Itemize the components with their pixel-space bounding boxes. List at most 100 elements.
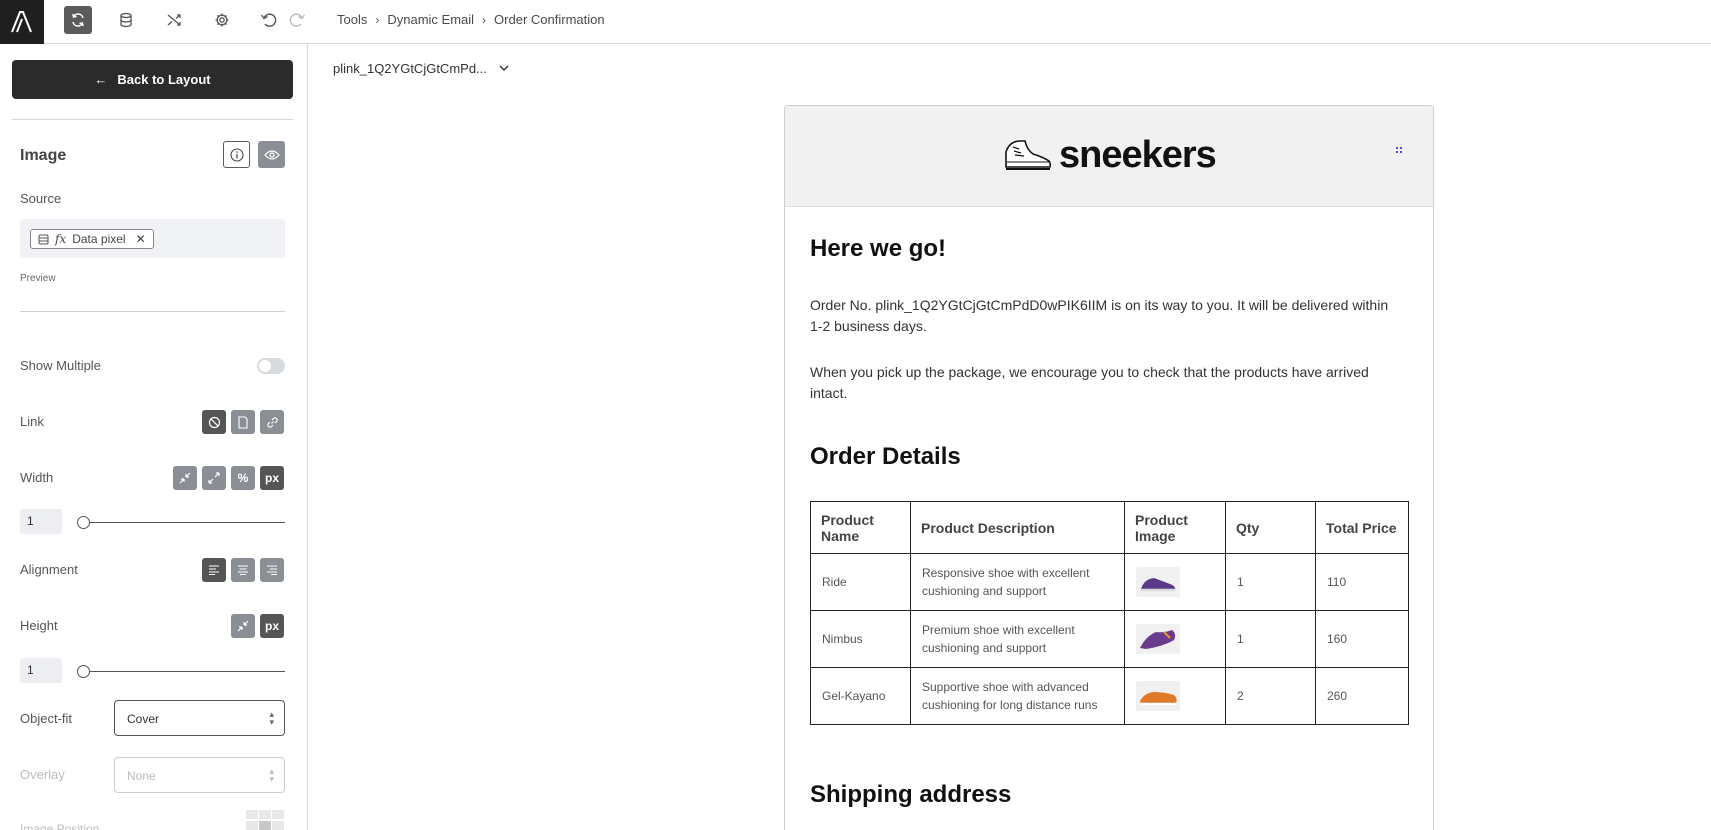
- shuffle-icon: [167, 14, 181, 26]
- height-slider-handle[interactable]: [77, 665, 90, 678]
- table-row: Nimbus Premium shoe with excellent cushi…: [810, 610, 1409, 668]
- height-label: Height: [20, 618, 58, 633]
- align-right-icon: [267, 565, 277, 575]
- link-page-button[interactable]: [231, 410, 255, 434]
- gear-icon: [215, 13, 229, 27]
- remove-chip-icon[interactable]: ✕: [136, 232, 146, 246]
- width-slider-track[interactable]: [84, 522, 285, 523]
- email-paragraph-2: When you pick up the package, we encoura…: [810, 364, 1369, 401]
- width-value-input[interactable]: 1: [20, 509, 62, 534]
- height-value-input[interactable]: 1: [20, 658, 62, 683]
- product-image-cell: [1124, 667, 1226, 725]
- email-header[interactable]: sneekers: [785, 106, 1433, 207]
- column-header: Product Name: [810, 501, 911, 554]
- height-shrink-button[interactable]: [231, 614, 255, 638]
- email-heading: Here we go!: [810, 235, 947, 262]
- database-button[interactable]: [112, 6, 140, 34]
- preview-area: [20, 311, 285, 312]
- sneaker-icon: [1005, 139, 1052, 170]
- align-center-button[interactable]: [231, 558, 255, 582]
- align-left-icon: [209, 565, 219, 575]
- object-fit-value: Cover: [127, 712, 160, 726]
- settings-button[interactable]: [208, 6, 236, 34]
- properties-sidebar: ← Back to Layout Image Source fx Data pi…: [0, 44, 308, 830]
- expand-icon: [208, 472, 220, 484]
- product-image[interactable]: [1136, 567, 1180, 597]
- source-field[interactable]: fx Data pixel ✕: [20, 219, 285, 258]
- width-label: Width: [20, 470, 54, 485]
- sync-button[interactable]: [64, 6, 92, 34]
- column-header: Product Image: [1124, 501, 1226, 554]
- chevron-right-icon: ›: [375, 12, 380, 27]
- collapse-icon: [179, 472, 191, 484]
- chevron-down-icon: [499, 65, 509, 71]
- email-paragraph-1: Order No. plink_1Q2YGtCjGtCmPdD0wPIK6IIM…: [810, 297, 1389, 334]
- source-chip-label: Data pixel: [72, 232, 126, 246]
- overlay-label: Overlay: [20, 767, 65, 782]
- shuffle-button[interactable]: [160, 6, 188, 34]
- width-px-button[interactable]: px: [260, 466, 284, 490]
- info-icon: [229, 147, 244, 162]
- order-details-heading: Order Details: [810, 443, 961, 470]
- product-name: Ride: [810, 553, 911, 611]
- product-image[interactable]: [1136, 681, 1180, 711]
- preview-label: Preview: [20, 273, 56, 284]
- width-percent-button[interactable]: %: [231, 466, 255, 490]
- logo-icon: [11, 11, 32, 33]
- brand-logo: sneekers: [1003, 134, 1217, 177]
- page-icon: [238, 415, 248, 429]
- width-shrink-button[interactable]: [173, 466, 197, 490]
- show-multiple-toggle[interactable]: [257, 358, 285, 374]
- height-slider-track[interactable]: [84, 671, 285, 672]
- sync-icon: [72, 13, 84, 27]
- align-right-button[interactable]: [260, 558, 284, 582]
- link-url-button[interactable]: [260, 410, 284, 434]
- link-none-button[interactable]: [202, 410, 226, 434]
- align-left-button[interactable]: [202, 558, 226, 582]
- table-header-row: Product Name Product Description Product…: [810, 501, 1409, 554]
- object-fit-select[interactable]: Cover ▴ ▾: [114, 700, 285, 736]
- drag-handle-icon[interactable]: [1396, 147, 1402, 153]
- editor-canvas: plink_1Q2YGtCjGtCmPd... sneekers Here we…: [309, 44, 1711, 830]
- record-select[interactable]: plink_1Q2YGtCjGtCmPd...: [333, 61, 509, 76]
- chevron-right-icon: ›: [482, 12, 487, 27]
- back-to-layout-label: Back to Layout: [117, 72, 211, 87]
- email-preview: sneekers Here we go! Order No. plink_1Q2…: [784, 105, 1434, 830]
- table-row: Gel-Kayano Supportive shoe with advanced…: [810, 667, 1409, 725]
- app-logo[interactable]: [0, 0, 44, 44]
- back-to-layout-button[interactable]: ← Back to Layout: [12, 60, 293, 99]
- collapse-icon: [237, 620, 249, 632]
- product-name: Gel-Kayano: [810, 667, 911, 725]
- product-qty: 2: [1225, 667, 1316, 725]
- product-price: 160: [1315, 610, 1409, 668]
- overlay-select[interactable]: None ▴ ▾: [114, 757, 285, 793]
- product-image[interactable]: [1136, 624, 1180, 654]
- breadcrumb: Tools › Dynamic Email › Order Confirmati…: [337, 12, 605, 27]
- height-px-button[interactable]: px: [260, 614, 284, 638]
- select-arrows-icon: ▴ ▾: [269, 766, 274, 784]
- width-slider-handle[interactable]: [77, 516, 90, 529]
- product-qty: 1: [1225, 610, 1316, 668]
- undo-button[interactable]: [255, 6, 283, 34]
- product-qty: 1: [1225, 553, 1316, 611]
- overlay-value: None: [127, 769, 156, 783]
- product-price: 110: [1315, 553, 1409, 611]
- info-button[interactable]: [223, 141, 250, 168]
- breadcrumb-item-dynamic-email[interactable]: Dynamic Email: [387, 12, 474, 27]
- image-position-grid-icon[interactable]: [246, 810, 285, 830]
- table-row: Ride Responsive shoe with excellent cush…: [810, 553, 1409, 611]
- breadcrumb-item-order-confirmation[interactable]: Order Confirmation: [494, 12, 605, 27]
- section-title: Image: [20, 147, 67, 164]
- visibility-button[interactable]: [258, 141, 285, 168]
- breadcrumb-item-tools[interactable]: Tools: [337, 12, 367, 27]
- toggle-knob: [259, 360, 271, 372]
- product-image-cell: [1124, 553, 1226, 611]
- alignment-label: Alignment: [20, 562, 78, 577]
- brand-name: sneekers: [1059, 134, 1217, 176]
- width-expand-button[interactable]: [202, 466, 226, 490]
- no-link-icon: [208, 416, 220, 428]
- select-arrows-icon: ▴ ▾: [269, 709, 274, 727]
- record-select-value: plink_1Q2YGtCjGtCmPd...: [333, 61, 487, 76]
- redo-button[interactable]: [283, 6, 311, 34]
- source-chip[interactable]: fx Data pixel ✕: [30, 229, 154, 249]
